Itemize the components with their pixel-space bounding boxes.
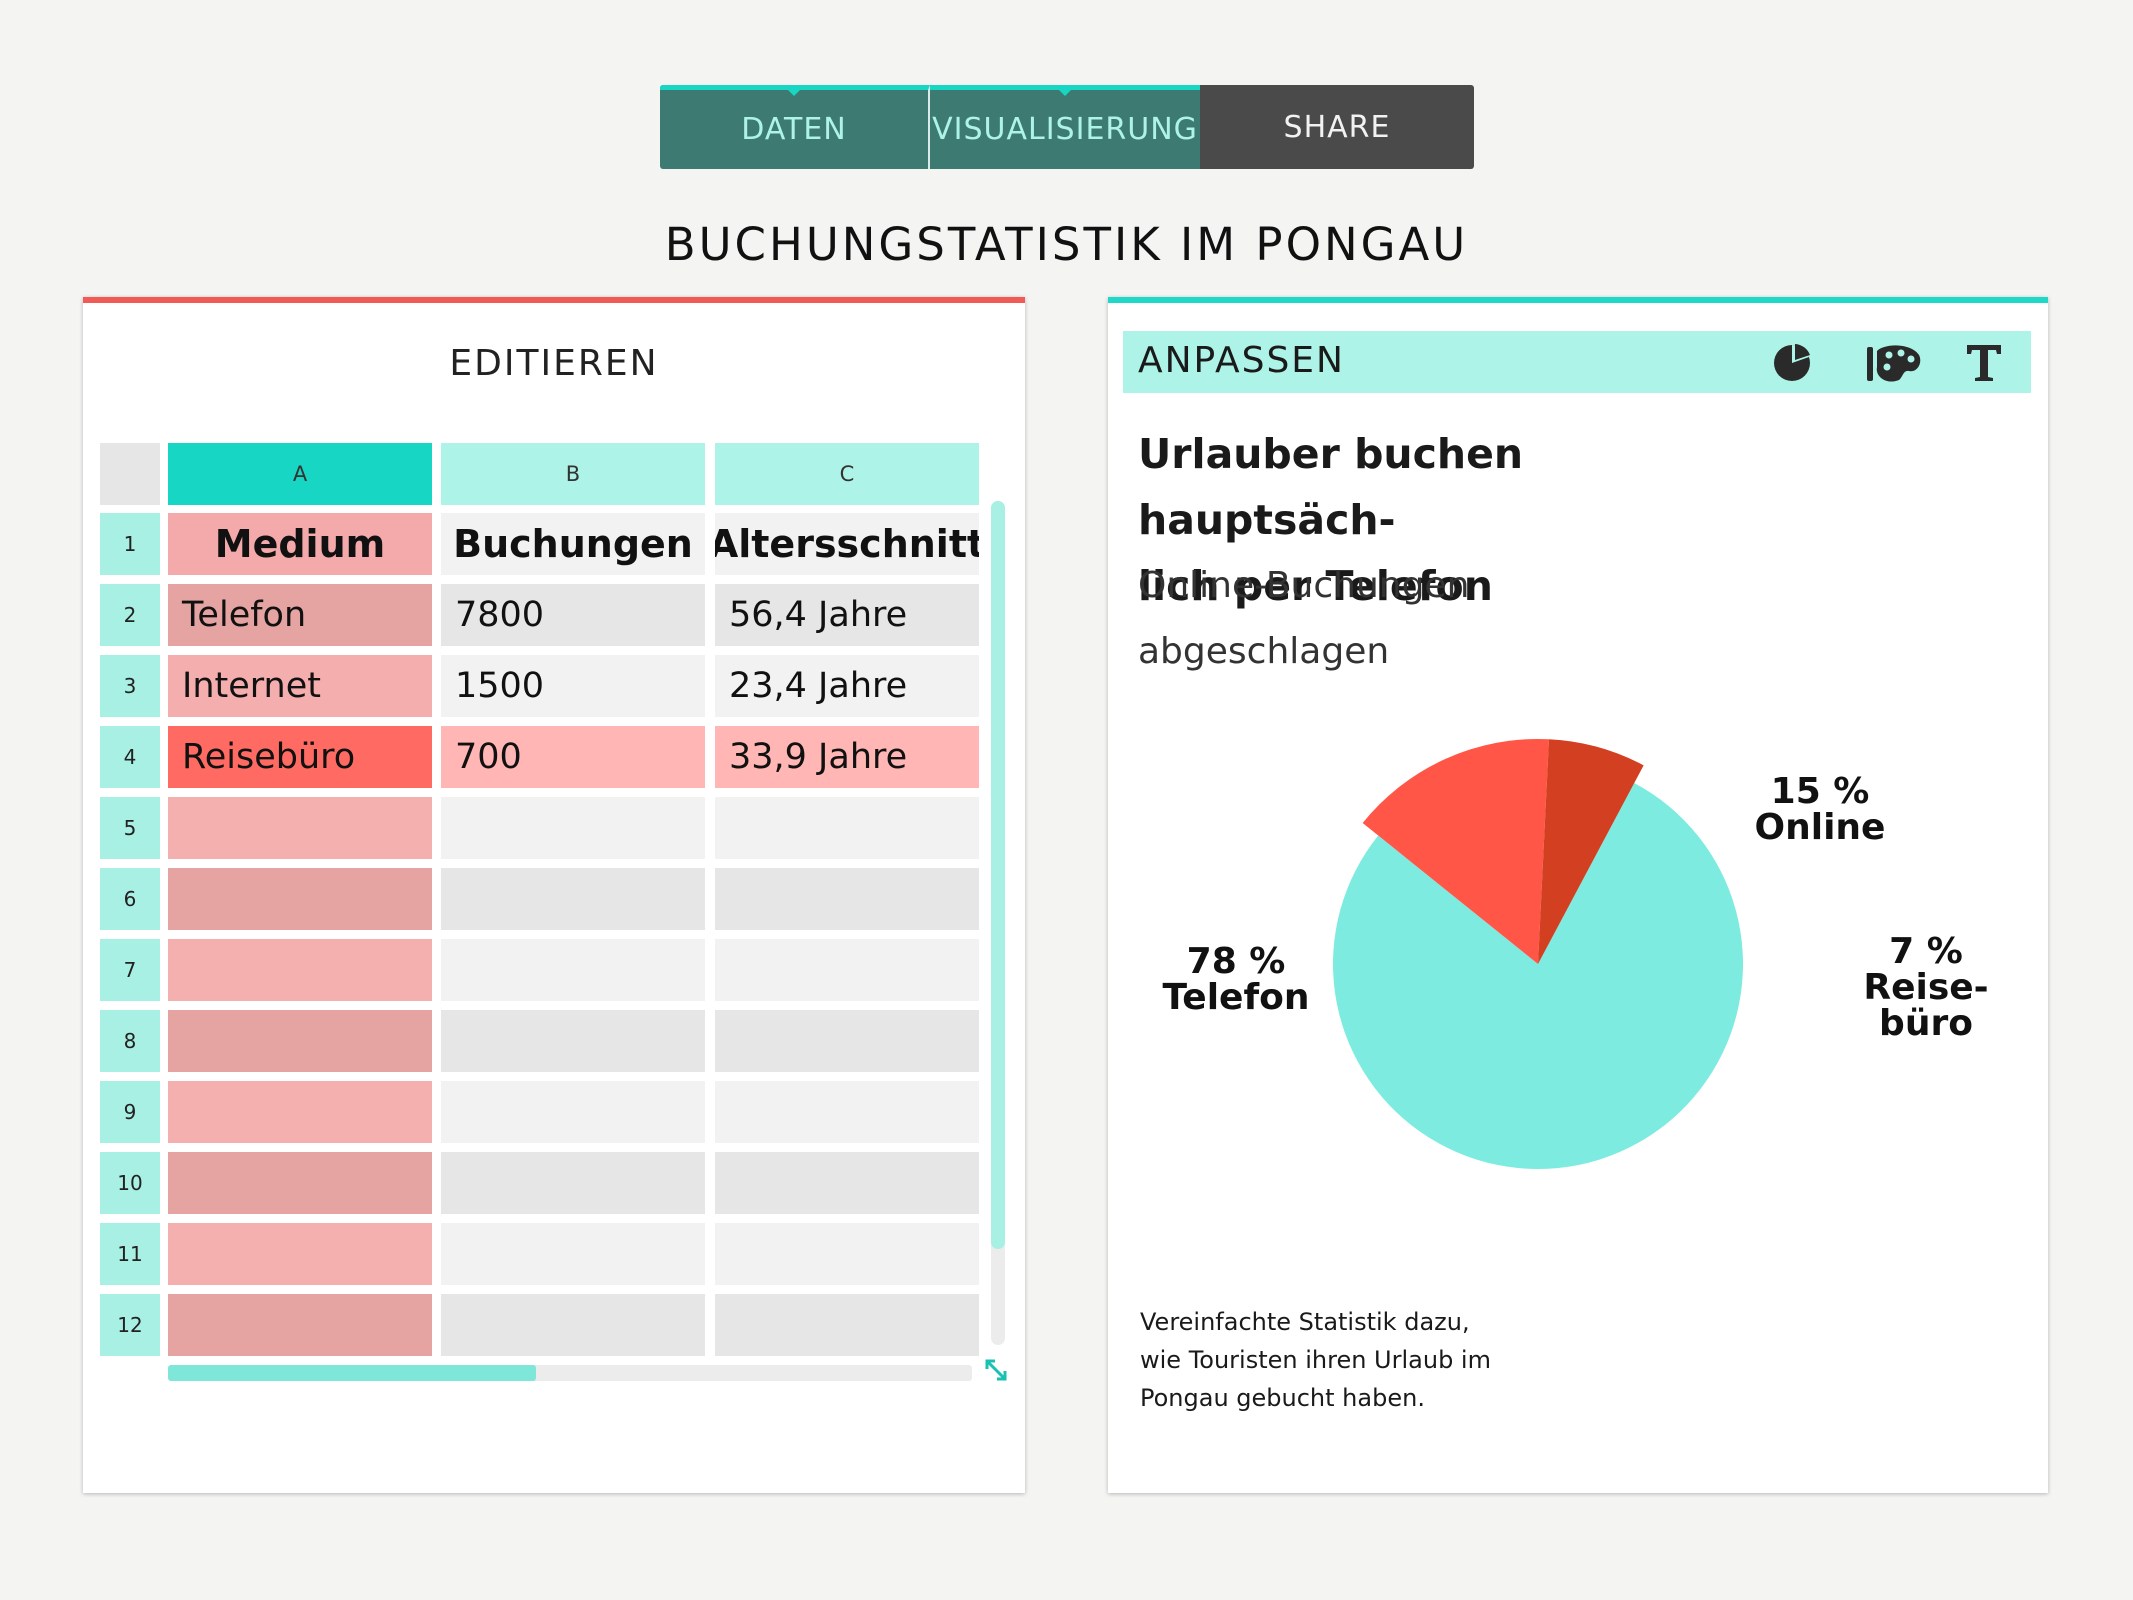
row-number[interactable]: 8 — [100, 1010, 160, 1072]
table-cell[interactable] — [441, 797, 705, 859]
table-cell[interactable] — [715, 1010, 979, 1072]
pie-label-line: Online — [1755, 807, 1886, 848]
row-number[interactable]: 4 — [100, 726, 160, 788]
visualization-panel: ANPASSEN Urlauber buchen hauptsäch- lich… — [1108, 297, 2048, 1493]
row-number[interactable]: 1 — [100, 513, 160, 575]
table-cell[interactable]: 33,9 Jahre — [715, 726, 979, 788]
pie-label-telefon: 78 % Telefon — [1163, 941, 1310, 1018]
row-number[interactable]: 11 — [100, 1223, 160, 1285]
table-cell[interactable]: 700 — [441, 726, 705, 788]
row-number[interactable]: 7 — [100, 939, 160, 1001]
table-cell[interactable] — [168, 1152, 432, 1214]
table-cell[interactable]: Reisebüro — [168, 726, 432, 788]
table-cell[interactable] — [441, 939, 705, 1001]
row-number[interactable]: 12 — [100, 1294, 160, 1356]
tab-label: DATEN — [741, 112, 847, 147]
table-cell[interactable] — [715, 1223, 979, 1285]
table-cell[interactable] — [715, 1294, 979, 1356]
pie-label-line: Telefon — [1163, 977, 1310, 1018]
tab-daten[interactable]: DATEN — [660, 85, 930, 169]
table-cell[interactable]: Telefon — [168, 584, 432, 646]
table-cell[interactable] — [715, 1152, 979, 1214]
table-cell[interactable] — [168, 1294, 432, 1356]
row-number[interactable]: 3 — [100, 655, 160, 717]
pie-label-line: 15 % — [1771, 771, 1870, 812]
table-cell[interactable] — [168, 797, 432, 859]
table-cell[interactable]: Buchungen — [441, 513, 705, 575]
footnote-line: Pongau gebucht haben. — [1140, 1384, 1425, 1412]
table-cell[interactable] — [441, 1081, 705, 1143]
row-number[interactable]: 2 — [100, 584, 160, 646]
tab-label: VISUALISIERUNG — [932, 112, 1198, 147]
row-number[interactable]: 10 — [100, 1152, 160, 1214]
table-cell[interactable] — [715, 868, 979, 930]
column-header-a[interactable]: A — [168, 443, 432, 505]
pie-label-line: 78 % — [1187, 941, 1286, 982]
pie-label-reisebro: 7 % Reise-büro — [1863, 931, 1988, 1044]
tab-notch-icon — [1058, 89, 1072, 96]
resize-expand-icon[interactable] — [983, 1357, 1009, 1383]
pie-label-line: 7 % — [1889, 931, 1963, 972]
editor-title: EDITIEREN — [449, 343, 659, 384]
table-cell[interactable] — [168, 939, 432, 1001]
page-title: BUCHUNGSTATISTIK IM PONGAU — [664, 218, 1469, 271]
table-cell[interactable]: 23,4 Jahre — [715, 655, 979, 717]
table-cell[interactable] — [441, 1294, 705, 1356]
table-cell[interactable] — [168, 1010, 432, 1072]
table-cell[interactable] — [168, 1223, 432, 1285]
editor-panel: EDITIEREN A B C 1 Medium Buchungen Altersschni… — [83, 297, 1025, 1493]
table-cell[interactable] — [168, 868, 432, 930]
footnote-line: Vereinfachte Statistik dazu, — [1140, 1308, 1470, 1336]
table-cell[interactable]: 56,4 Jahre — [715, 584, 979, 646]
table-cell[interactable] — [441, 1152, 705, 1214]
table-cell[interactable]: Altersschnitt — [715, 513, 979, 575]
column-header-c[interactable]: C — [715, 443, 979, 505]
horizontal-scrollbar-thumb[interactable] — [168, 1365, 536, 1381]
row-number[interactable]: 6 — [100, 868, 160, 930]
tab-visualisierung[interactable]: VISUALISIERUNG — [930, 85, 1200, 169]
table-cell[interactable] — [441, 868, 705, 930]
row-number[interactable]: 5 — [100, 797, 160, 859]
table-cell[interactable] — [441, 1223, 705, 1285]
tab-label: SHARE — [1283, 109, 1391, 145]
footnote-line: wie Touristen ihren Urlaub im — [1140, 1346, 1491, 1374]
table-cell[interactable] — [715, 939, 979, 1001]
tab-notch-icon — [787, 89, 801, 96]
pie-label-line: Reise- — [1863, 967, 1988, 1008]
table-cell[interactable] — [715, 797, 979, 859]
vertical-scrollbar-thumb[interactable] — [991, 501, 1005, 1249]
sheet-corner[interactable] — [100, 443, 160, 505]
pie-label-online: 15 % Online — [1755, 771, 1886, 848]
table-cell[interactable]: Internet — [168, 655, 432, 717]
tab-share[interactable]: SHARE — [1200, 85, 1474, 169]
main-tab-bar: DATEN VISUALISIERUNG SHARE — [660, 85, 1474, 169]
table-cell[interactable]: Medium — [168, 513, 432, 575]
table-cell[interactable] — [168, 1081, 432, 1143]
table-cell[interactable]: 7800 — [441, 584, 705, 646]
table-cell[interactable] — [715, 1081, 979, 1143]
table-cell[interactable]: 1500 — [441, 655, 705, 717]
table-cell[interactable] — [441, 1010, 705, 1072]
chart-footnote: Vereinfachte Statistik dazu, wie Tourist… — [1140, 1303, 1560, 1417]
column-header-b[interactable]: B — [441, 443, 705, 505]
pie-label-line: büro — [1879, 1003, 1973, 1044]
row-number[interactable]: 9 — [100, 1081, 160, 1143]
